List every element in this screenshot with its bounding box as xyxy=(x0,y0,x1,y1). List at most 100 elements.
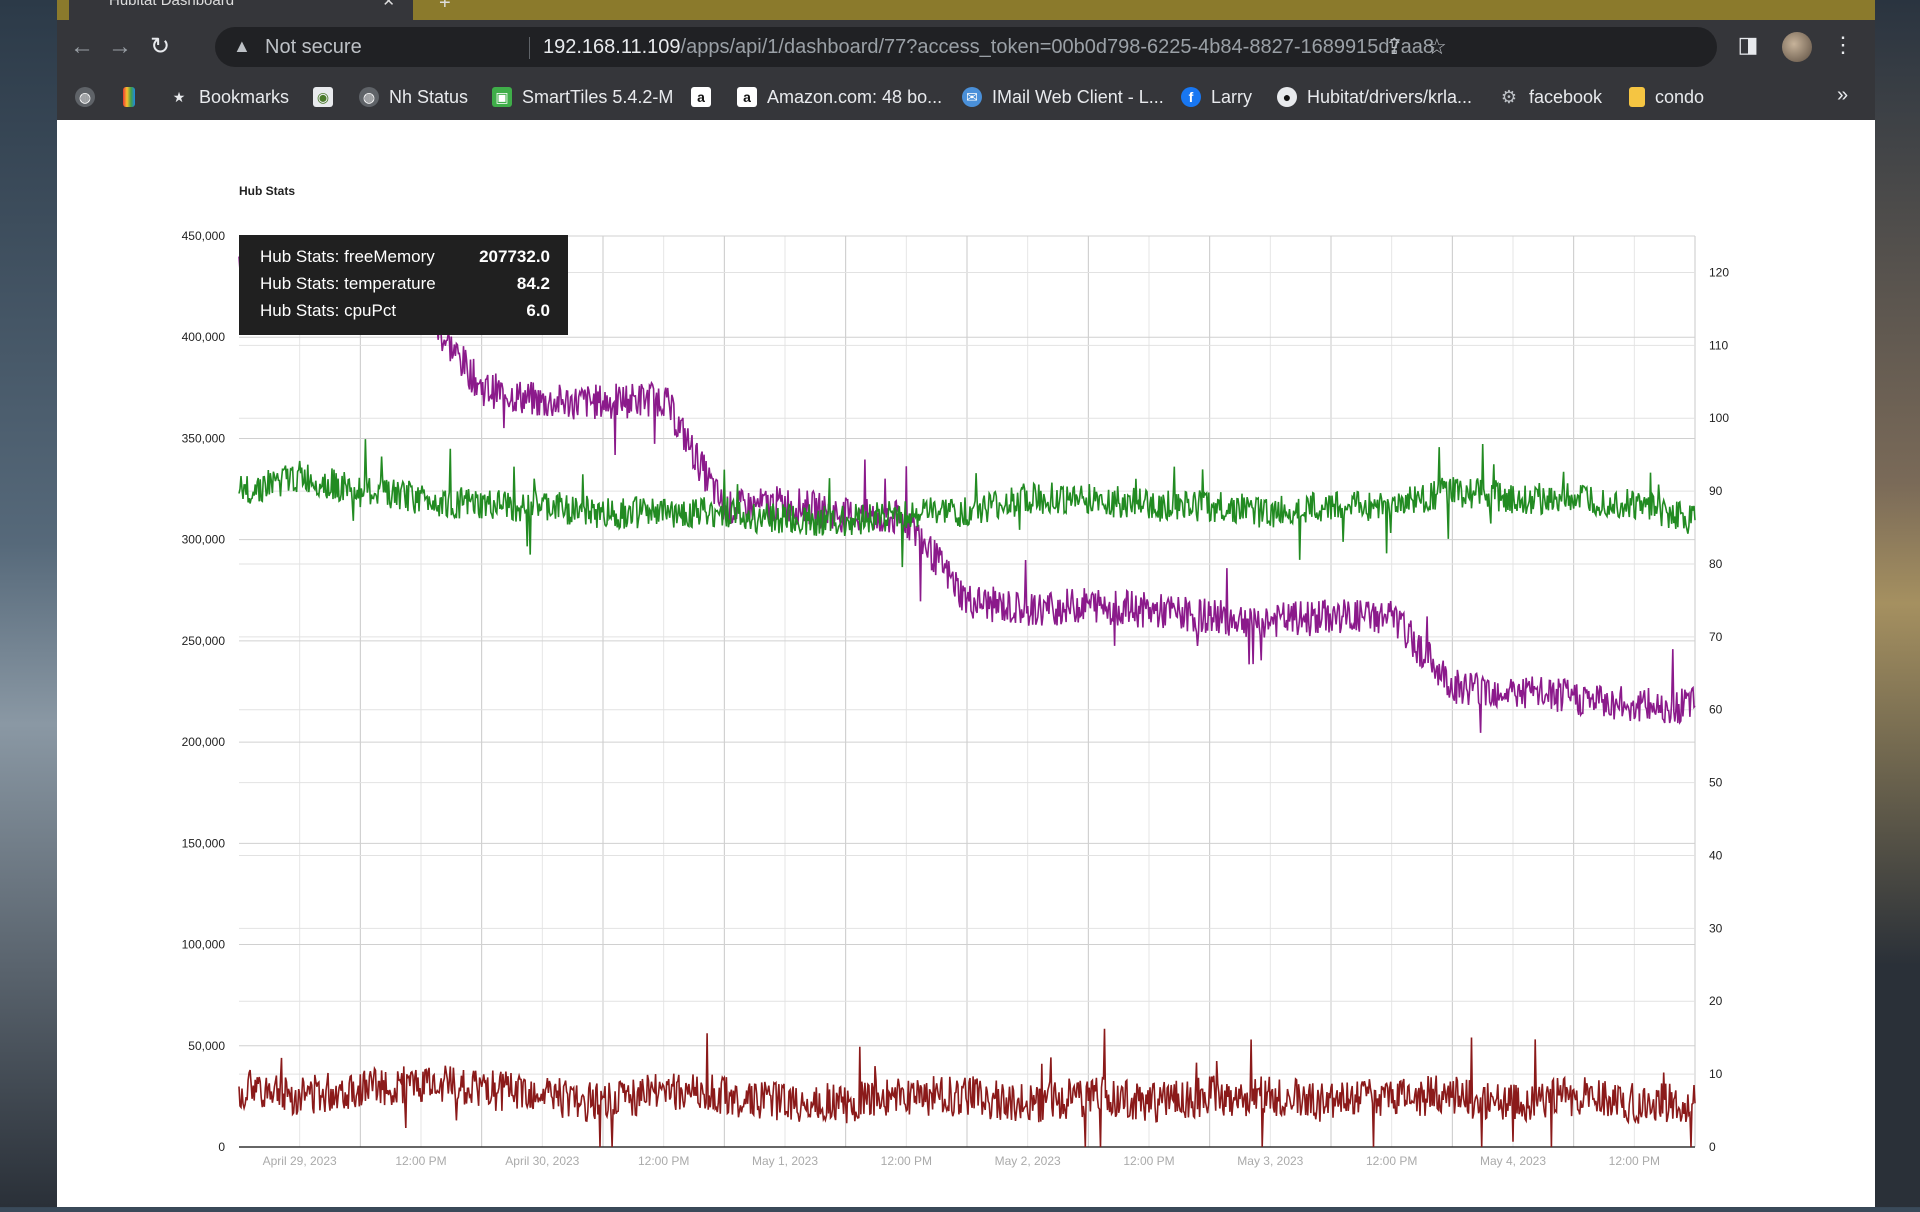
tooltip-label: Hub Stats: cpuPct xyxy=(260,301,396,321)
y-right-tick-label: 110 xyxy=(1709,338,1728,352)
amazon-icon: a xyxy=(737,87,757,107)
url-text[interactable]: 192.168.11.109/apps/api/1/dashboard/77?a… xyxy=(543,36,1434,59)
y-right-tick-label: 70 xyxy=(1709,630,1723,644)
bookmark-github[interactable]: ●Hubitat/drivers/krla... xyxy=(1277,84,1472,110)
chart-grid xyxy=(239,236,1695,1147)
github-icon: ● xyxy=(1277,87,1297,107)
x-tick-label: 12:00 PM xyxy=(395,1154,446,1168)
tooltip-label: Hub Stats: temperature xyxy=(260,274,436,294)
browser-toolbar: ← → ↻ ▲ Not secure 192.168.11.109/apps/a… xyxy=(57,20,1875,74)
divider xyxy=(529,37,530,59)
chart-title: Hub Stats xyxy=(239,184,295,198)
bookmark-amazon-48[interactable]: aAmazon.com: 48 bo... xyxy=(737,84,942,110)
y-right-tick-label: 120 xyxy=(1709,265,1729,279)
sidebar-icon[interactable]: ◨ xyxy=(1733,32,1763,58)
x-tick-label: May 4, 2023 xyxy=(1480,1154,1546,1168)
bookmark-smarttiles[interactable]: ▣SmartTiles 5.4.2-M xyxy=(492,84,673,110)
y-right-tick-label: 20 xyxy=(1709,994,1723,1008)
new-tab-button[interactable]: + xyxy=(439,0,451,15)
avatar[interactable] xyxy=(1782,32,1812,62)
x-tick-label: 12:00 PM xyxy=(638,1154,689,1168)
y-right-tick-label: 40 xyxy=(1709,848,1723,862)
y-right-tick-label: 100 xyxy=(1709,411,1729,425)
y-left-tick-label: 0 xyxy=(218,1140,225,1154)
tooltip-value: 207732.0 xyxy=(479,247,550,267)
smarttiles-icon: ▣ xyxy=(492,87,512,107)
bookmark-larry[interactable]: fLarry xyxy=(1181,84,1252,110)
browser-window: Hubitat Dashboard ✕ + ← → ↻ ▲ Not secure… xyxy=(57,0,1875,1207)
tooltip-row: Hub Stats: temperature 84.2 xyxy=(260,274,550,296)
bookmarks-bar: ◍ ★Bookmarks ◉ ◍Nh Status ▣SmartTiles 5.… xyxy=(57,74,1875,121)
y-right-tick-label: 0 xyxy=(1709,1140,1716,1154)
address-bar[interactable]: ▲ Not secure 192.168.11.109/apps/api/1/d… xyxy=(215,27,1717,67)
y-left-tick-label: 50,000 xyxy=(188,1039,225,1053)
tab-hubitat-dashboard[interactable]: Hubitat Dashboard ✕ xyxy=(69,0,413,20)
more-bookmarks-button[interactable]: » xyxy=(1837,84,1848,107)
y-left-tick-label: 350,000 xyxy=(182,431,226,445)
tooltip-value: 6.0 xyxy=(526,301,550,321)
bookmark-condo[interactable]: condo xyxy=(1629,84,1704,110)
colorful-icon xyxy=(123,87,135,107)
bookmark-bookmarks[interactable]: ★Bookmarks xyxy=(169,84,289,110)
y-right-tick-label: 80 xyxy=(1709,557,1723,571)
facebook-icon: f xyxy=(1181,87,1201,107)
url-path: /apps/api/1/dashboard/77?access_token=00… xyxy=(681,36,1434,58)
y-right-tick-label: 60 xyxy=(1709,703,1723,717)
bookmark-amazon[interactable]: a xyxy=(691,84,721,110)
imail-icon: ✉ xyxy=(962,87,982,107)
bookmark-globe[interactable]: ◍ xyxy=(75,84,105,110)
not-secure-label[interactable]: Not secure xyxy=(265,36,362,59)
gear-icon: ⚙ xyxy=(1499,87,1519,107)
reload-icon[interactable]: ↻ xyxy=(145,32,175,62)
x-tick-label: April 29, 2023 xyxy=(263,1154,337,1168)
y-right-tick-label: 10 xyxy=(1709,1067,1723,1081)
globe-icon: ◍ xyxy=(359,87,379,107)
amazon-icon: a xyxy=(691,87,711,107)
back-arrow-icon[interactable]: ← xyxy=(67,32,97,62)
star-icon[interactable]: ☆ xyxy=(1427,34,1447,60)
tab-title: Hubitat Dashboard xyxy=(109,0,234,9)
dashboard-content: Hub Stats April 29, 2023 12:00 PM April 30… xyxy=(57,120,1875,1207)
tooltip-value: 84.2 xyxy=(517,274,550,294)
tab-strip: Hubitat Dashboard ✕ + xyxy=(57,0,1875,20)
tooltip-row: Hub Stats: freeMemory 207732.0 xyxy=(260,247,550,269)
close-icon[interactable]: ✕ xyxy=(382,0,395,10)
x-tick-label: April 30, 2023 xyxy=(505,1154,579,1168)
bookmark-colorful[interactable] xyxy=(123,84,145,110)
desktop-background-right xyxy=(1875,0,1920,1207)
chart-tooltip: Hub Stats: freeMemory 207732.0 Hub Stats… xyxy=(239,235,568,335)
y-right-tick-label: 50 xyxy=(1709,776,1723,790)
x-tick-label: May 3, 2023 xyxy=(1237,1154,1303,1168)
x-tick-label: 12:00 PM xyxy=(881,1154,932,1168)
x-tick-label: May 1, 2023 xyxy=(752,1154,818,1168)
y-left-tick-label: 250,000 xyxy=(182,634,226,648)
y-left-tick-label: 300,000 xyxy=(182,533,226,547)
y-right-tick-label: 90 xyxy=(1709,484,1723,498)
y-left-tick-label: 400,000 xyxy=(182,330,226,344)
forward-arrow-icon[interactable]: → xyxy=(105,32,135,62)
folder-icon xyxy=(1629,87,1645,107)
y-left-tick-label: 450,000 xyxy=(182,229,226,243)
globe-icon: ◍ xyxy=(75,87,95,107)
y-right-tick-label: 30 xyxy=(1709,921,1723,935)
bookmark-facebook[interactable]: ⚙facebook xyxy=(1499,84,1602,110)
bookmark-hubitat[interactable]: ◉ xyxy=(313,84,343,110)
tooltip-row: Hub Stats: cpuPct 6.0 xyxy=(260,301,550,323)
bookmark-imail[interactable]: ✉IMail Web Client - L... xyxy=(962,84,1164,110)
url-host: 192.168.11.109 xyxy=(543,36,681,58)
hubitat-icon: ◉ xyxy=(313,87,333,107)
menu-dots-icon[interactable]: ⋮ xyxy=(1828,32,1858,58)
bookmark-nh-status[interactable]: ◍Nh Status xyxy=(359,84,468,110)
y-left-tick-label: 100,000 xyxy=(182,938,226,952)
desktop-background-left xyxy=(0,0,57,1207)
x-tick-label: May 2, 2023 xyxy=(995,1154,1061,1168)
x-tick-label: 12:00 PM xyxy=(1123,1154,1174,1168)
tooltip-label: Hub Stats: freeMemory xyxy=(260,247,435,267)
x-tick-label: 12:00 PM xyxy=(1366,1154,1417,1168)
warning-icon: ▲ xyxy=(233,36,251,57)
y-left-tick-label: 200,000 xyxy=(182,735,226,749)
x-tick-label: 12:00 PM xyxy=(1609,1154,1660,1168)
star-icon: ★ xyxy=(169,87,189,107)
share-icon[interactable]: ⇪ xyxy=(1385,34,1403,60)
y-left-tick-label: 150,000 xyxy=(182,836,226,850)
